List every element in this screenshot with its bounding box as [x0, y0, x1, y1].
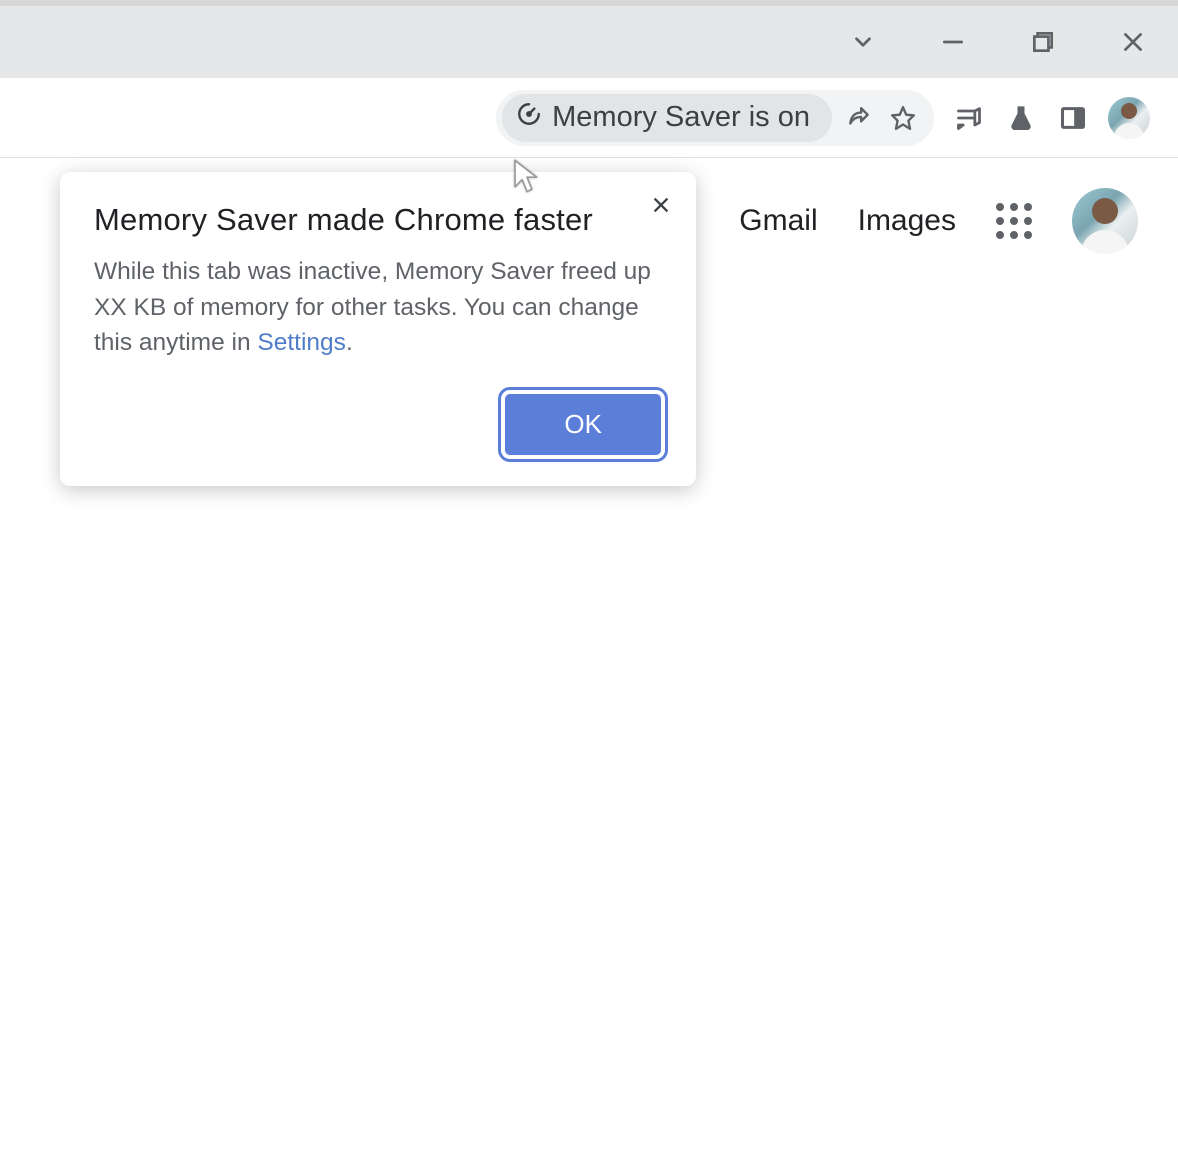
- memory-saver-chip[interactable]: Memory Saver is on: [502, 94, 832, 142]
- memory-saver-popup: Memory Saver made Chrome faster While th…: [60, 172, 696, 486]
- google-apps-button[interactable]: [996, 203, 1032, 239]
- chrome-labs-button[interactable]: [1004, 101, 1038, 135]
- popup-body-text: While this tab was inactive, Memory Save…: [94, 258, 651, 356]
- window-titlebar: [0, 6, 1178, 78]
- gmail-link[interactable]: Gmail: [739, 204, 817, 238]
- ok-button[interactable]: OK: [504, 393, 662, 456]
- popup-actions: OK: [94, 393, 662, 456]
- browser-toolbar: Memory Saver is on: [0, 78, 1178, 158]
- window-minimize-button[interactable]: [938, 27, 968, 57]
- profile-avatar-button[interactable]: [1108, 97, 1150, 139]
- tab-search-dropdown[interactable]: [848, 27, 878, 57]
- share-button[interactable]: [842, 101, 876, 135]
- omnibox-right-section: Memory Saver is on: [496, 90, 934, 146]
- popup-body: While this tab was inactive, Memory Save…: [94, 254, 662, 361]
- memory-saver-chip-label: Memory Saver is on: [552, 101, 810, 134]
- media-controls-button[interactable]: [952, 101, 986, 135]
- popup-title: Memory Saver made Chrome faster: [94, 202, 662, 238]
- popup-body-after: .: [346, 329, 353, 356]
- account-avatar-button[interactable]: [1072, 188, 1138, 254]
- side-panel-button[interactable]: [1056, 101, 1090, 135]
- window-close-button[interactable]: [1118, 27, 1148, 57]
- popup-close-button[interactable]: [646, 190, 676, 220]
- settings-link[interactable]: Settings: [257, 329, 346, 356]
- speedometer-icon: [516, 101, 542, 135]
- images-link[interactable]: Images: [858, 204, 956, 238]
- window-maximize-button[interactable]: [1028, 27, 1058, 57]
- bookmark-button[interactable]: [886, 101, 920, 135]
- mouse-cursor-icon: [512, 158, 542, 194]
